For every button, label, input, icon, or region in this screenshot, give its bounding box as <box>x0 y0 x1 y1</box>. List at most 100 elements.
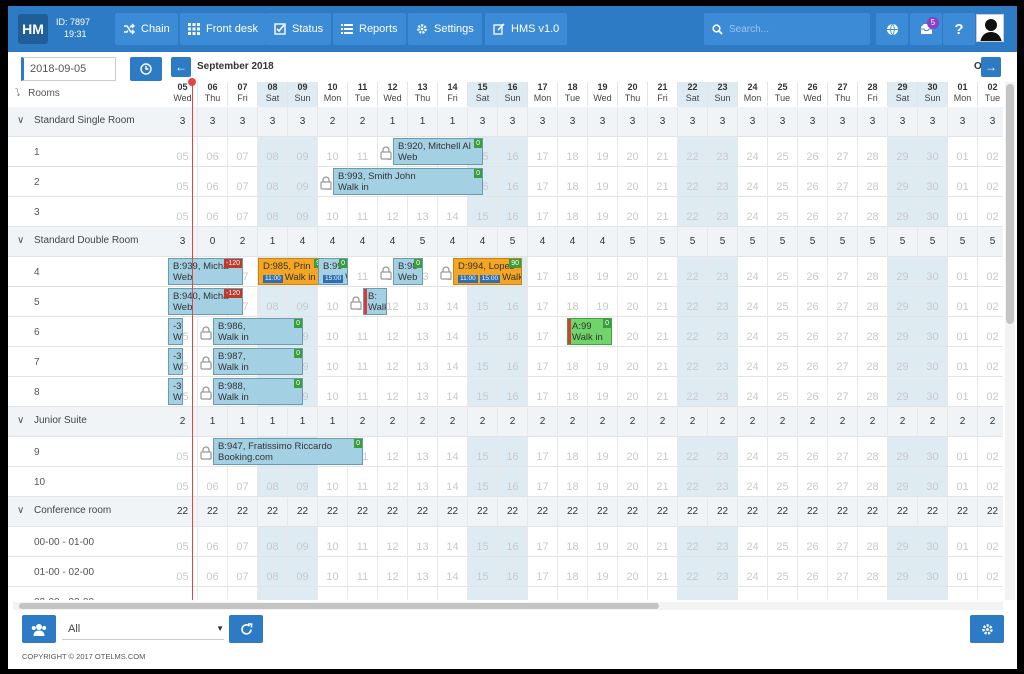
day-cell[interactable]: 24 <box>738 137 768 167</box>
day-cell[interactable]: 25 <box>768 467 798 497</box>
day-cell[interactable]: 10 <box>318 137 348 167</box>
day-cell[interactable]: 02 <box>978 257 1003 287</box>
day-cell[interactable]: 30 <box>918 557 948 587</box>
day-cell[interactable]: 10 <box>318 377 348 407</box>
day-cell[interactable]: 10 <box>318 587 348 600</box>
booking-block[interactable]: B:939, Micha Web -120 <box>168 258 243 285</box>
day-cell[interactable]: 20 <box>618 197 648 227</box>
day-cell[interactable]: 22 <box>678 557 708 587</box>
day-cell[interactable]: 28 <box>858 197 888 227</box>
booking-block[interactable]: B:993, Smith John Walk in 0 <box>333 168 483 195</box>
day-cell[interactable]: 19 <box>588 257 618 287</box>
day-header[interactable]: 01 Mon <box>948 82 978 106</box>
day-cell[interactable]: 21 <box>648 557 678 587</box>
day-cell[interactable]: 13 <box>408 317 438 347</box>
day-cell[interactable]: 29 <box>888 347 918 377</box>
day-cell[interactable]: 19 <box>588 467 618 497</box>
day-header[interactable]: 02 Tue <box>978 82 1003 106</box>
day-cell[interactable]: 09 <box>288 287 318 317</box>
day-cell[interactable]: 07 <box>228 557 258 587</box>
calendar-settings-button[interactable] <box>970 615 1004 643</box>
day-cell[interactable]: 16 <box>498 437 528 467</box>
day-cell[interactable]: 23 <box>708 557 738 587</box>
day-cell[interactable]: 02 <box>978 587 1003 600</box>
day-cell[interactable]: 25 <box>768 317 798 347</box>
day-cell[interactable]: 24 <box>738 167 768 197</box>
day-cell[interactable]: 23 <box>708 137 738 167</box>
day-cell[interactable]: 15 <box>468 587 498 600</box>
day-cell[interactable]: 18 <box>558 137 588 167</box>
day-cell[interactable]: 29 <box>888 587 918 600</box>
day-cell[interactable]: 30 <box>918 437 948 467</box>
day-cell[interactable]: 08 <box>258 557 288 587</box>
day-cell[interactable]: 17 <box>528 377 558 407</box>
day-cell[interactable]: 15 <box>468 527 498 557</box>
day-cell[interactable]: 30 <box>918 317 948 347</box>
day-cell[interactable]: 15 <box>468 197 498 227</box>
day-cell[interactable]: 20 <box>618 347 648 377</box>
day-cell[interactable]: 27 <box>828 167 858 197</box>
day-cell[interactable]: 28 <box>858 557 888 587</box>
day-cell[interactable]: 21 <box>648 467 678 497</box>
day-cell[interactable]: 15 <box>468 287 498 317</box>
day-cell[interactable]: 29 <box>888 167 918 197</box>
day-cell[interactable]: 01 <box>948 167 978 197</box>
day-cell[interactable]: 02 <box>978 197 1003 227</box>
day-cell[interactable]: 23 <box>708 437 738 467</box>
day-cell[interactable]: 14 <box>438 287 468 317</box>
day-cell[interactable]: 30 <box>918 587 948 600</box>
day-cell[interactable]: 11 <box>348 317 378 347</box>
day-cell[interactable]: 14 <box>438 347 468 377</box>
day-cell[interactable]: 08 <box>258 167 288 197</box>
day-cell[interactable]: 10 <box>318 347 348 377</box>
day-cell[interactable]: 27 <box>828 587 858 600</box>
day-cell[interactable]: 21 <box>648 197 678 227</box>
day-cell[interactable]: 05 <box>168 557 198 587</box>
day-cell[interactable]: 02 <box>978 347 1003 377</box>
day-cell[interactable]: 26 <box>798 197 828 227</box>
day-header[interactable]: 11 Tue <box>348 82 378 106</box>
booking-block[interactable]: B:988, Walk in 0 <box>213 378 303 405</box>
day-cell[interactable]: 28 <box>858 437 888 467</box>
day-cell[interactable]: 19 <box>588 377 618 407</box>
day-cell[interactable]: 29 <box>888 527 918 557</box>
day-cell[interactable]: 27 <box>828 287 858 317</box>
day-cell[interactable]: 29 <box>888 197 918 227</box>
day-cell[interactable]: 01 <box>948 437 978 467</box>
day-cell[interactable]: 16 <box>498 377 528 407</box>
day-cell[interactable]: 18 <box>558 377 588 407</box>
day-cell[interactable]: 12 <box>378 317 408 347</box>
day-cell[interactable]: 13 <box>408 587 438 600</box>
day-cell[interactable]: 11 <box>348 137 378 167</box>
day-cell[interactable]: 16 <box>498 137 528 167</box>
day-cell[interactable]: 19 <box>588 167 618 197</box>
day-header[interactable]: 29 Sat <box>888 82 918 106</box>
day-cell[interactable]: 23 <box>708 197 738 227</box>
rooms-column-header[interactable]: ⭝ Rooms <box>15 88 60 99</box>
chevron-down-icon[interactable]: ∨ <box>17 235 24 246</box>
day-cell[interactable]: 06 <box>198 167 228 197</box>
day-cell[interactable]: 21 <box>648 287 678 317</box>
day-cell[interactable]: 01 <box>948 587 978 600</box>
day-cell[interactable]: 25 <box>768 347 798 377</box>
day-header[interactable]: 21 Fri <box>648 82 678 106</box>
day-cell[interactable]: 23 <box>708 377 738 407</box>
day-cell[interactable]: 16 <box>498 197 528 227</box>
day-cell[interactable]: 02 <box>978 167 1003 197</box>
day-cell[interactable]: 05 <box>168 467 198 497</box>
day-cell[interactable]: 15 <box>468 557 498 587</box>
day-cell[interactable]: 09 <box>288 167 318 197</box>
booking-block[interactable]: B:9915:00Web0 <box>318 258 348 285</box>
day-cell[interactable]: 28 <box>858 527 888 557</box>
horizontal-scroll-thumb[interactable] <box>19 603 659 609</box>
day-cell[interactable]: 13 <box>408 437 438 467</box>
day-cell[interactable]: 25 <box>768 527 798 557</box>
day-cell[interactable]: 26 <box>798 377 828 407</box>
day-cell[interactable]: 27 <box>828 437 858 467</box>
booking-block[interactable]: -30Wa <box>168 378 183 405</box>
day-cell[interactable]: 22 <box>678 527 708 557</box>
day-cell[interactable]: 06 <box>198 587 228 600</box>
day-cell[interactable]: 12 <box>378 467 408 497</box>
day-cell[interactable]: 12 <box>378 557 408 587</box>
day-cell[interactable]: 12 <box>378 197 408 227</box>
